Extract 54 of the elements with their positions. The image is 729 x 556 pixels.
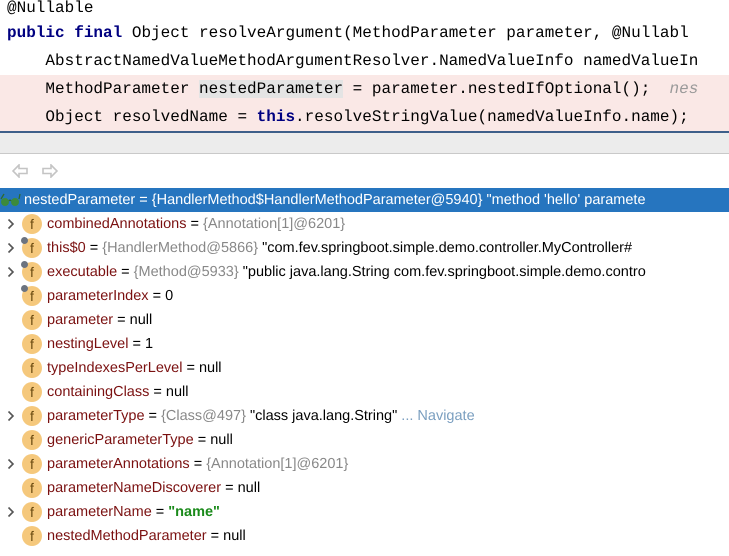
field-icon: f [22,310,42,330]
field-icon: f [22,406,42,426]
field-icon: f [22,454,42,474]
variable-text: nestedMethodParameter = null [47,528,246,544]
variable-row[interactable]: nestedParameter = {HandlerMethod$HandlerMethodParameter@5940} "method 'hello' paramete [0,188,729,212]
variable-text: parameterNameDiscoverer = null [47,480,260,496]
field-icon: f [22,382,42,402]
variable-row[interactable]: f nestingLevel = 1 [0,332,729,356]
variable-row[interactable]: f typeIndexesPerLevel = null [0,356,729,380]
variable-text: combinedAnnotations = {Annotation[1]@6201} [47,216,346,232]
variable-text: genericParameterType = null [47,432,233,448]
variable-row[interactable]: f genericParameterType = null [0,428,729,452]
expand-chevron-icon[interactable] [7,506,15,518]
variable-row[interactable]: f parameterType = {Class@497} "class java.lang.String" ... Navigate [0,404,729,428]
variable-text: nestedParameter = {HandlerMethod$HandlerMethodParameter@5940} "method 'hello' paramete [24,192,646,208]
variable-text: parameterName = "name" [47,504,220,520]
variable-row[interactable]: f parameterIndex = 0 [0,284,729,308]
expand-chevron-icon[interactable] [7,242,15,254]
field-icon: f [22,238,42,258]
variable-row[interactable]: f combinedAnnotations = {Annotation[1]@6201} [0,212,729,236]
variable-row[interactable]: f nestedMethodParameter = null [0,524,729,548]
variable-text: typeIndexesPerLevel = null [47,360,222,376]
expand-chevron-icon[interactable] [7,266,15,278]
field-icon: f [22,478,42,498]
field-icon: f [22,358,42,378]
field-icon: f [22,502,42,522]
field-icon: f [22,526,42,546]
field-icon: f [22,334,42,354]
variable-text: nestingLevel = 1 [47,336,154,352]
variable-row[interactable]: f parameterNameDiscoverer = null [0,476,729,500]
variable-row[interactable]: f executable = {Method@5933} "public java.lang.String com.fev.springboot.simple.demo.contro [0,260,729,284]
variable-text: this$0 = {HandlerMethod@5866} "com.fev.springboot.simple.demo.controller.MyController# [47,240,632,256]
variable-row[interactable]: f this$0 = {HandlerMethod@5866} "com.fev.springboot.simple.demo.controller.MyController# [0,236,729,260]
field-icon: f [22,262,42,282]
field-icon: f [22,286,42,306]
variable-row[interactable]: f parameterAnnotations = {Annotation[1]@6201} [0,452,729,476]
variable-text: parameter = null [47,312,152,328]
glasses-icon [0,193,22,207]
variable-row[interactable]: f containingClass = null [0,380,729,404]
field-icon: f [22,214,42,234]
expand-chevron-icon[interactable] [7,218,15,230]
variable-text: parameterAnnotations = {Annotation[1]@6201} [47,456,348,472]
variable-row[interactable]: f parameter = null [0,308,729,332]
expand-chevron-icon[interactable] [7,458,15,470]
variable-text: parameterType = {Class@497} "class java.lang.String" ... Navigate [47,408,475,424]
variable-text: parameterIndex = 0 [47,288,174,304]
variable-text: containingClass = null [47,384,188,400]
code-line: public final Object resolveArgument(MethodParameter parameter, @Nullabl [6,23,690,44]
variable-text: executable = {Method@5933} "public java.lang.String com.fev.springboot.simple.demo.contro [47,264,646,280]
variable-row[interactable]: f parameterName = "name" [0,500,729,524]
expand-chevron-icon[interactable] [7,410,15,422]
field-icon: f [22,430,42,450]
code-line: AbstractNamedValueMethodArgumentResolver.NamedValueInfo namedValueIn [44,51,700,72]
code-line: @Nullable [6,0,94,19]
